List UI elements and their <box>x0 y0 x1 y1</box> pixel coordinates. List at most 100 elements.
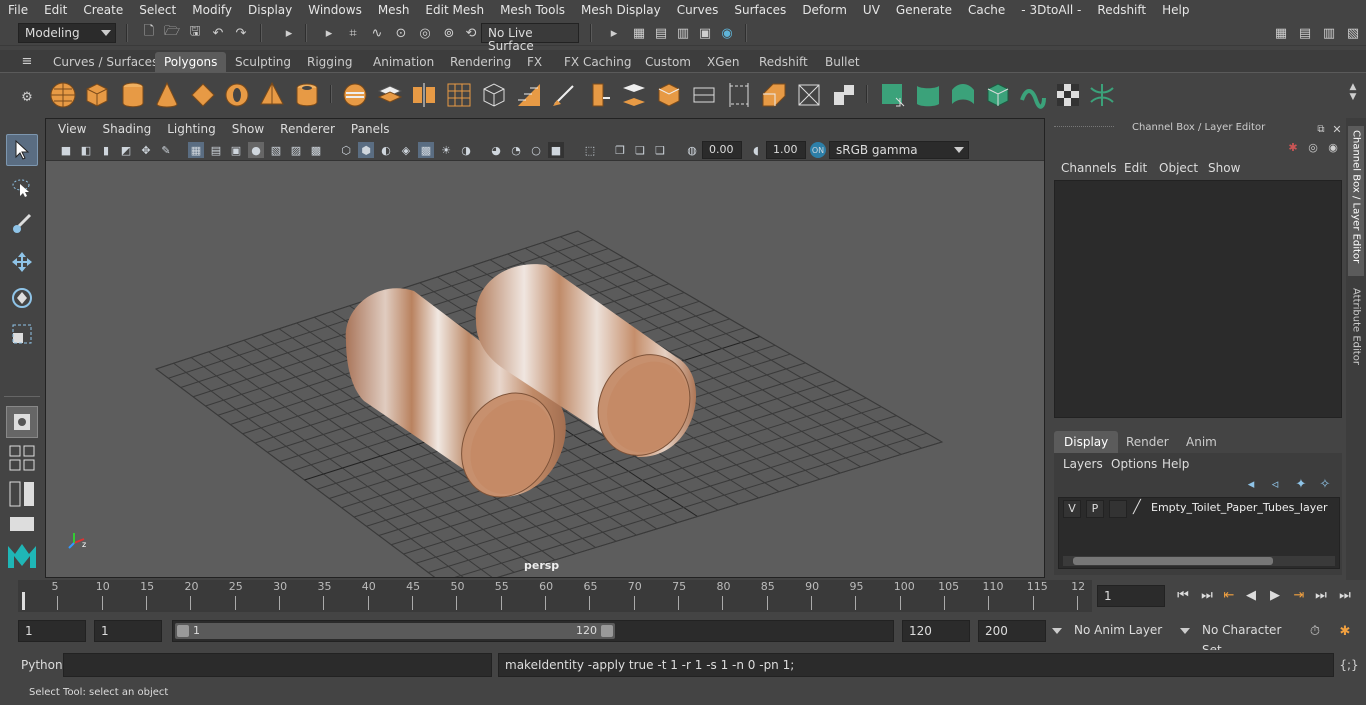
range-slider-handle[interactable]: 1 120 <box>175 623 615 639</box>
lock-channel-icon[interactable]: ◎ <box>1304 138 1322 156</box>
tab-render[interactable]: Render <box>1116 431 1179 453</box>
show-menu[interactable]: Show <box>1208 161 1240 175</box>
move-tool-icon[interactable] <box>6 246 38 278</box>
mirror-icon[interactable] <box>409 80 439 110</box>
uv-spherical-icon[interactable] <box>948 80 978 110</box>
range-end-knob[interactable] <box>601 625 613 637</box>
object-menu[interactable]: Object <box>1159 161 1198 175</box>
extract-icon[interactable] <box>829 80 859 110</box>
uv-planar-icon[interactable] <box>878 80 908 110</box>
uv-auto-icon[interactable] <box>983 80 1013 110</box>
tab-rigging[interactable]: Rigging <box>298 52 361 72</box>
exposure-field[interactable]: 0.00 <box>702 141 742 159</box>
tab-bullet[interactable]: Bullet <box>816 52 869 72</box>
menu-modify[interactable]: Modify <box>184 3 240 17</box>
outliner-layout-icon[interactable] <box>6 478 38 510</box>
four-view-layout-icon[interactable] <box>6 442 38 474</box>
gear-icon[interactable]: ⚙ <box>18 88 36 106</box>
lasso-tool-icon[interactable] <box>6 172 38 204</box>
poly-sphere-icon[interactable] <box>48 80 78 110</box>
snap-curve-icon[interactable]: ∿ <box>368 24 386 42</box>
menu-deform[interactable]: Deform <box>794 3 855 17</box>
render-sequence-icon[interactable]: ▤ <box>652 24 670 42</box>
toggle-attribute-icon[interactable]: ▧ <box>1344 24 1362 42</box>
viewport-menu-show[interactable]: Show <box>224 122 272 136</box>
color-management-icon[interactable]: ON <box>810 142 826 158</box>
image-plane-icon[interactable]: ◩ <box>118 142 134 158</box>
visibility-toggle[interactable]: V <box>1063 500 1081 518</box>
tab-fx-caching[interactable]: FX Caching <box>555 52 640 72</box>
tab-channel-box-layer-editor[interactable]: Channel Box / Layer Editor <box>1348 126 1364 276</box>
tab-polygons[interactable]: Polygons <box>155 52 227 72</box>
step-back-frame-icon[interactable]: ⇤ <box>1219 585 1239 605</box>
auto-key-icon[interactable]: ⏱ <box>1306 622 1324 640</box>
viewport-menu-shading[interactable]: Shading <box>94 122 159 136</box>
drag-handle[interactable] <box>1054 126 1114 128</box>
menu-uv[interactable]: UV <box>855 3 888 17</box>
axis-orient-icon[interactable]: ✱ <box>1284 138 1302 156</box>
tab-anim[interactable]: Anim <box>1176 431 1227 453</box>
horizontal-scrollbar[interactable] <box>1063 556 1335 566</box>
camera-select-icon[interactable]: ■ <box>58 142 74 158</box>
textured-icon[interactable]: ▩ <box>418 142 434 158</box>
render-frame-icon[interactable]: ▦ <box>630 24 648 42</box>
snap-surface-icon[interactable]: ⊚ <box>440 24 458 42</box>
current-time-indicator[interactable] <box>22 592 25 610</box>
step-forward-key-icon[interactable]: ⏭ <box>1311 585 1331 605</box>
menu-file[interactable]: File <box>0 3 36 17</box>
poly-cube-icon[interactable] <box>82 80 112 110</box>
scene-start-field[interactable]: 1 <box>18 620 86 642</box>
gamma-field[interactable]: 1.00 <box>766 141 806 159</box>
chevron-down-icon[interactable] <box>1052 628 1062 634</box>
smooth-icon[interactable] <box>444 80 474 110</box>
toggle-channel-box-icon[interactable]: ▥ <box>1320 24 1338 42</box>
play-forward-icon[interactable]: ▶ <box>1265 585 1285 605</box>
bridge-icon[interactable] <box>619 80 649 110</box>
menu-surfaces[interactable]: Surfaces <box>726 3 794 17</box>
play-backward-icon[interactable]: ◀ <box>1241 585 1261 605</box>
playback-start-field[interactable]: 1 <box>94 620 162 642</box>
multi-cut-icon[interactable] <box>549 80 579 110</box>
character-set-dropdown[interactable]: No Character Set <box>1196 620 1300 657</box>
hypershade-icon[interactable]: ◉ <box>718 24 736 42</box>
menu-select[interactable]: Select <box>131 3 184 17</box>
safe-action-icon[interactable]: ▨ <box>288 142 304 158</box>
close-icon[interactable]: ✕ <box>1328 120 1346 138</box>
single-view-layout-icon[interactable] <box>6 406 38 438</box>
snap-view-icon[interactable]: ◎ <box>416 24 434 42</box>
scrollbar-thumb[interactable] <box>1073 557 1273 565</box>
command-language-label[interactable]: Python <box>21 658 63 672</box>
snap-grid-icon[interactable]: ⌗ <box>344 24 362 42</box>
tab-sculpting[interactable]: Sculpting <box>226 52 300 72</box>
use-all-lights-icon[interactable]: ☀ <box>438 142 454 158</box>
help-menu[interactable]: Help <box>1162 457 1189 471</box>
ipr-render-icon[interactable]: ▥ <box>674 24 692 42</box>
go-to-end-icon[interactable]: ⏭ <box>1335 585 1355 605</box>
color-space-dropdown[interactable]: sRGB gamma <box>829 141 969 159</box>
film-gate-icon[interactable]: ▤ <box>208 142 224 158</box>
tab-xgen[interactable]: XGen <box>698 52 749 72</box>
retopologize-icon[interactable] <box>514 80 544 110</box>
channel-list[interactable] <box>1054 180 1342 418</box>
menu-edit-mesh[interactable]: Edit Mesh <box>417 3 492 17</box>
menu-edit[interactable]: Edit <box>36 3 75 17</box>
shelf-menu-icon[interactable]: ≡ <box>18 52 36 70</box>
menu-windows[interactable]: Windows <box>300 3 370 17</box>
field-chart-icon[interactable]: ▧ <box>268 142 284 158</box>
scale-tool-icon[interactable] <box>6 318 38 350</box>
menu-3dtoall[interactable]: - 3DtoAll - <box>1013 3 1089 17</box>
tab-custom[interactable]: Custom <box>636 52 700 72</box>
menu-cache[interactable]: Cache <box>960 3 1013 17</box>
live-surface-field[interactable]: No Live Surface <box>481 23 579 53</box>
poly-pipe-icon[interactable] <box>292 80 322 110</box>
move-layer-up-icon[interactable]: ◂ <box>1242 475 1260 493</box>
smooth-shade-icon[interactable]: ⬢ <box>358 142 374 158</box>
anim-layer-dropdown[interactable]: No Anim Layer <box>1068 620 1174 642</box>
current-frame-field[interactable]: 1 <box>1097 585 1165 607</box>
wireframe-on-shaded-icon[interactable]: ◐ <box>378 142 394 158</box>
target-weld-icon[interactable] <box>724 80 754 110</box>
two-d-pan-icon[interactable]: ✥ <box>138 142 154 158</box>
wireframe-icon[interactable]: ⬡ <box>338 142 354 158</box>
exposure-icon[interactable]: ◍ <box>684 142 700 158</box>
tab-display[interactable]: Display <box>1054 431 1119 453</box>
